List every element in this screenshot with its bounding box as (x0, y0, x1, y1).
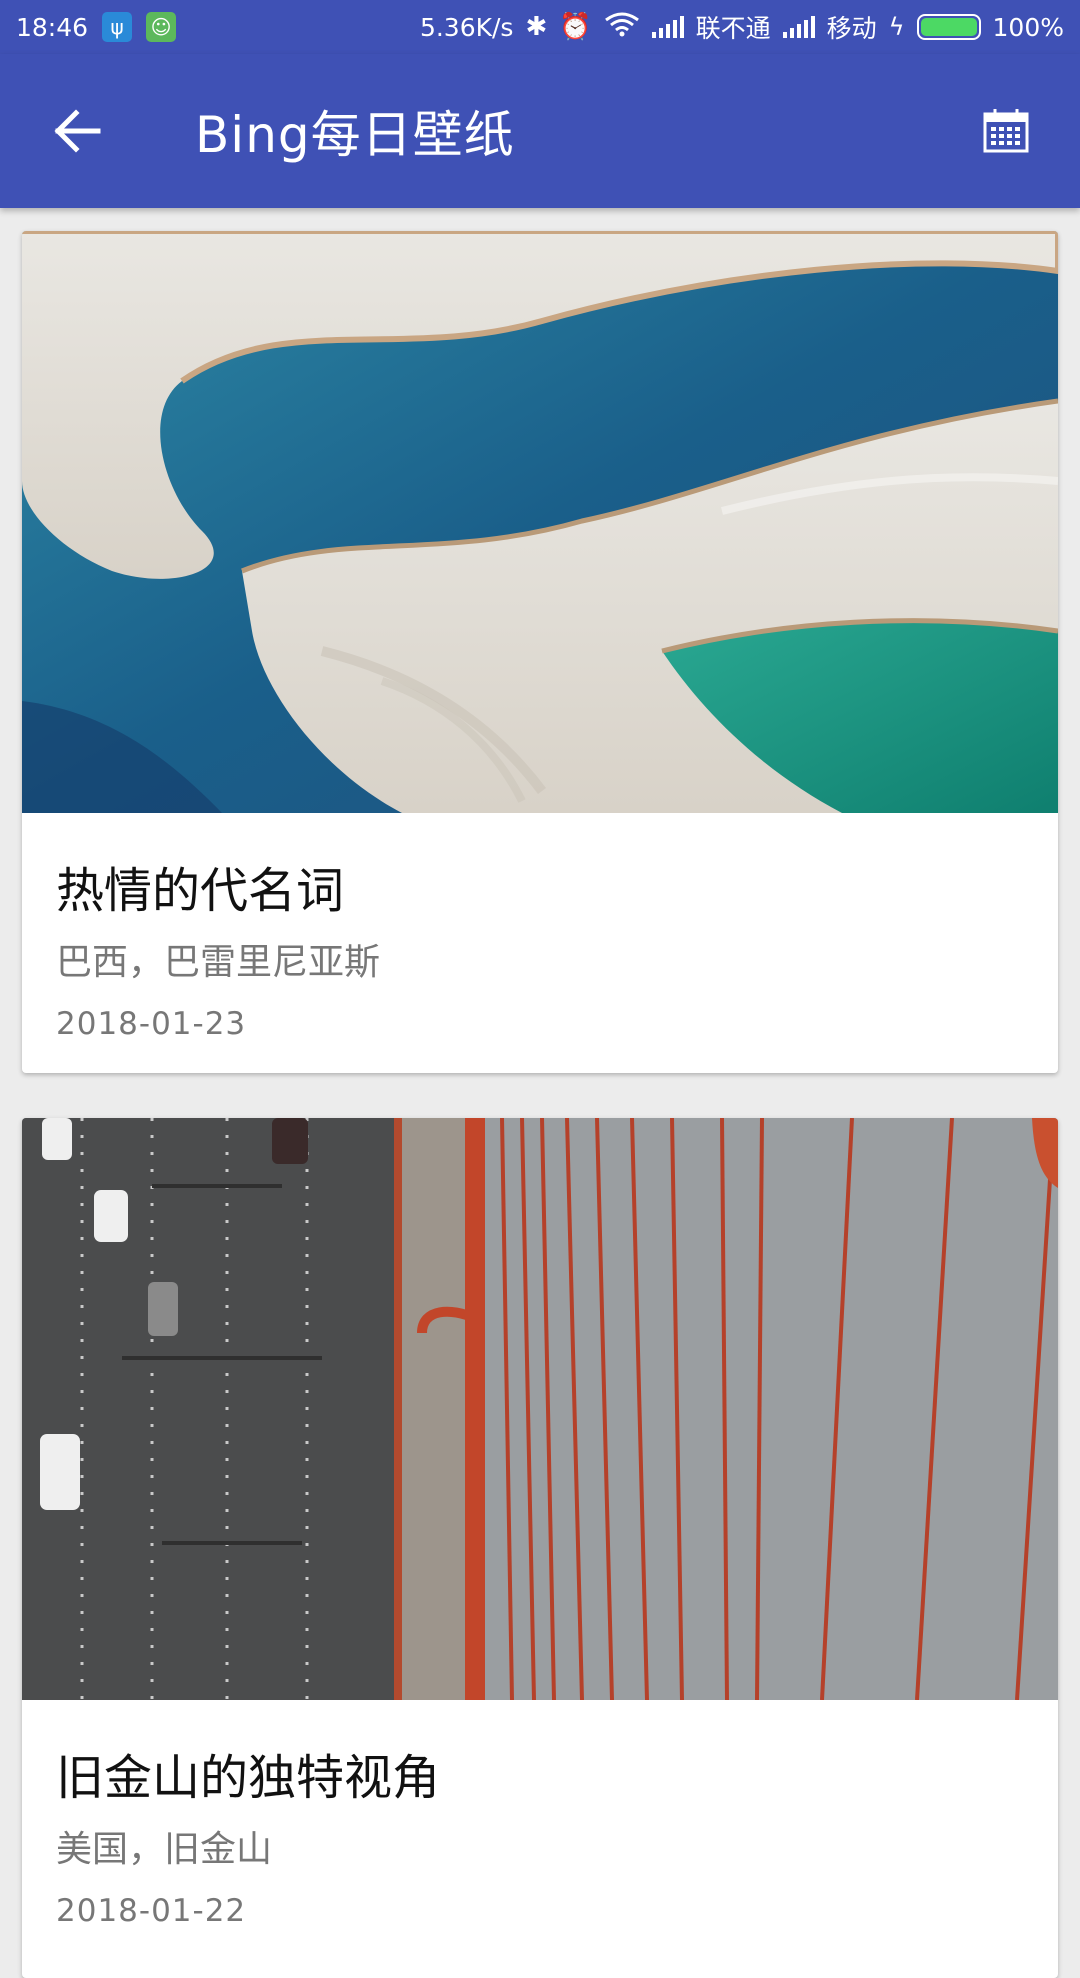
charging-icon: ϟ (888, 13, 905, 41)
card-title: 旧金山的独特视角 (56, 1750, 441, 1806)
status-bar: 18:46 ψ ☺ 5.36K/s ✱ ⏰ 联不通 移动 ϟ 100% (0, 0, 1080, 54)
back-button[interactable] (17, 81, 137, 181)
card-title: 热情的代名词 (56, 863, 345, 919)
signal-icon (651, 16, 684, 38)
card-date: 2018-01-22 (56, 1893, 247, 1929)
wifi-icon (604, 11, 640, 43)
status-time: 18:46 (16, 12, 89, 42)
calendar-icon (983, 109, 1029, 153)
android-icon: ☺ (146, 12, 177, 42)
signal-icon (782, 16, 815, 38)
arrow-left-icon (54, 109, 101, 153)
wallpaper-image[interactable] (22, 1118, 1058, 1700)
card-date: 2018-01-23 (56, 1006, 247, 1042)
battery-icon (916, 14, 981, 40)
wallpaper-card[interactable]: 旧金山的独特视角 美国，旧金山 2018-01-22 (22, 1118, 1058, 1978)
net-speed: 5.36K/s (419, 12, 514, 42)
wallpaper-image[interactable] (22, 231, 1058, 813)
usb-icon: ψ (102, 12, 133, 42)
carrier-1: 联不通 (695, 14, 771, 43)
bluetooth-icon: ✱ (525, 12, 548, 42)
carrier-2: 移动 (826, 14, 877, 43)
calendar-button[interactable] (956, 81, 1056, 181)
card-location: 美国，旧金山 (56, 1829, 273, 1870)
wallpaper-card[interactable]: 热情的代名词 巴西，巴雷里尼亚斯 2018-01-23 (22, 231, 1058, 1073)
alarm-icon: ⏰ (559, 12, 592, 42)
app-bar: Bing每日壁纸 (0, 54, 1080, 208)
card-location: 巴西，巴雷里尼亚斯 (56, 942, 381, 983)
page-title: Bing每日壁纸 (195, 106, 515, 164)
battery-percent: 100% (992, 12, 1064, 42)
